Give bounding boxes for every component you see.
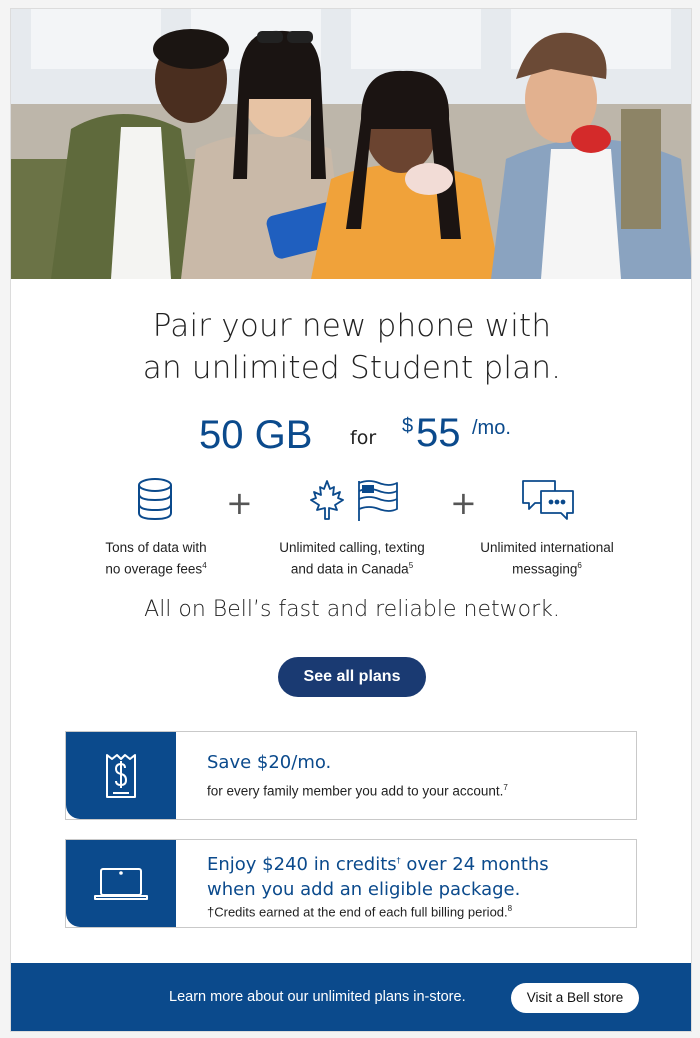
offer-connector: for [350,427,377,449]
promo-credits[interactable]: Enjoy $240 in credits† over 24 months wh… [65,839,637,928]
messaging-icon [522,480,574,520]
footnote-4[interactable]: 4 [202,561,206,570]
footnote-7[interactable]: 7 [503,783,507,792]
canada-us-flag-icon [310,480,398,521]
headline-line-2: an unlimited Student plan. [142,350,562,386]
feature-data-line-1: Tons of data with [105,540,207,555]
headline: Pair your new phone with an unlimited St… [11,305,691,389]
data-amount: 50 GB [199,413,313,457]
data-stack-icon [138,478,172,521]
promo-family-title: Save $20/mo. [207,752,332,773]
promo-family-savings[interactable]: Save $20/mo. for every family member you… [65,731,637,820]
plus-symbol-1: + [226,484,253,522]
feature-canada-line-2: and data in Canada [290,561,409,577]
promo-credits-title-line-1: Enjoy $240 in credits† over 24 months [207,854,549,875]
plan-offer: 50 GB for $ 55 /mo. [11,407,691,467]
promo-credits-title-line-2: when you add an eligible package. [207,879,521,900]
promo-credits-title-pre: Enjoy $240 in credits [207,854,397,875]
feature-data: Tons of data with no overage fees4 [56,539,256,579]
promo-icon-panel [66,840,176,927]
price-amount: 55 [416,411,461,455]
promo-credits-subtitle: †Credits earned at the end of each full … [207,900,512,921]
email-card: Pair your new phone with an unlimited St… [10,8,692,1032]
price-currency: $ [402,415,414,437]
footnote-5[interactable]: 5 [409,561,413,570]
hero-image [11,9,691,279]
footnote-6[interactable]: 6 [577,561,581,570]
plan-features: + + Tons of data with no overage fees4 U… [11,477,691,587]
visit-store-button[interactable]: Visit a Bell store [511,983,639,1013]
promo-credits-title-post: over 24 months [400,854,549,875]
hero-photo-illustration [11,9,691,279]
promo-icon-panel [66,732,176,819]
headline-line-1: Pair your new phone with [152,308,552,344]
price-period: /mo. [472,417,511,439]
feature-canada-line-1: Unlimited calling, texting [279,540,425,555]
see-all-plans-button[interactable]: See all plans [278,657,426,697]
network-tagline: All on Bell’s fast and reliable network. [144,597,560,622]
promo-credits-title: Enjoy $240 in credits† over 24 months wh… [207,848,549,902]
receipt-dollar-icon [106,753,136,798]
promo-family-subtitle: for every family member you add to your … [207,779,508,801]
feature-messaging-line-1: Unlimited international [480,540,614,555]
laptop-icon [94,867,148,900]
promo-credits-subtitle-text: †Credits earned at the end of each full … [207,904,508,920]
feature-messaging-line-2: messaging [512,561,578,577]
plus-symbol-2: + [450,484,477,522]
feature-data-line-2: no overage fees [105,561,203,577]
footnote-8[interactable]: 8 [508,904,512,913]
footer-text: Learn more about our unlimited plans in-… [169,989,466,1005]
feature-messaging: Unlimited international messaging6 [447,539,647,579]
promo-family-subtitle-text: for every family member you add to your … [207,783,504,799]
footer-banner: Learn more about our unlimited plans in-… [11,963,691,1031]
feature-canada: Unlimited calling, texting and data in C… [252,539,452,579]
